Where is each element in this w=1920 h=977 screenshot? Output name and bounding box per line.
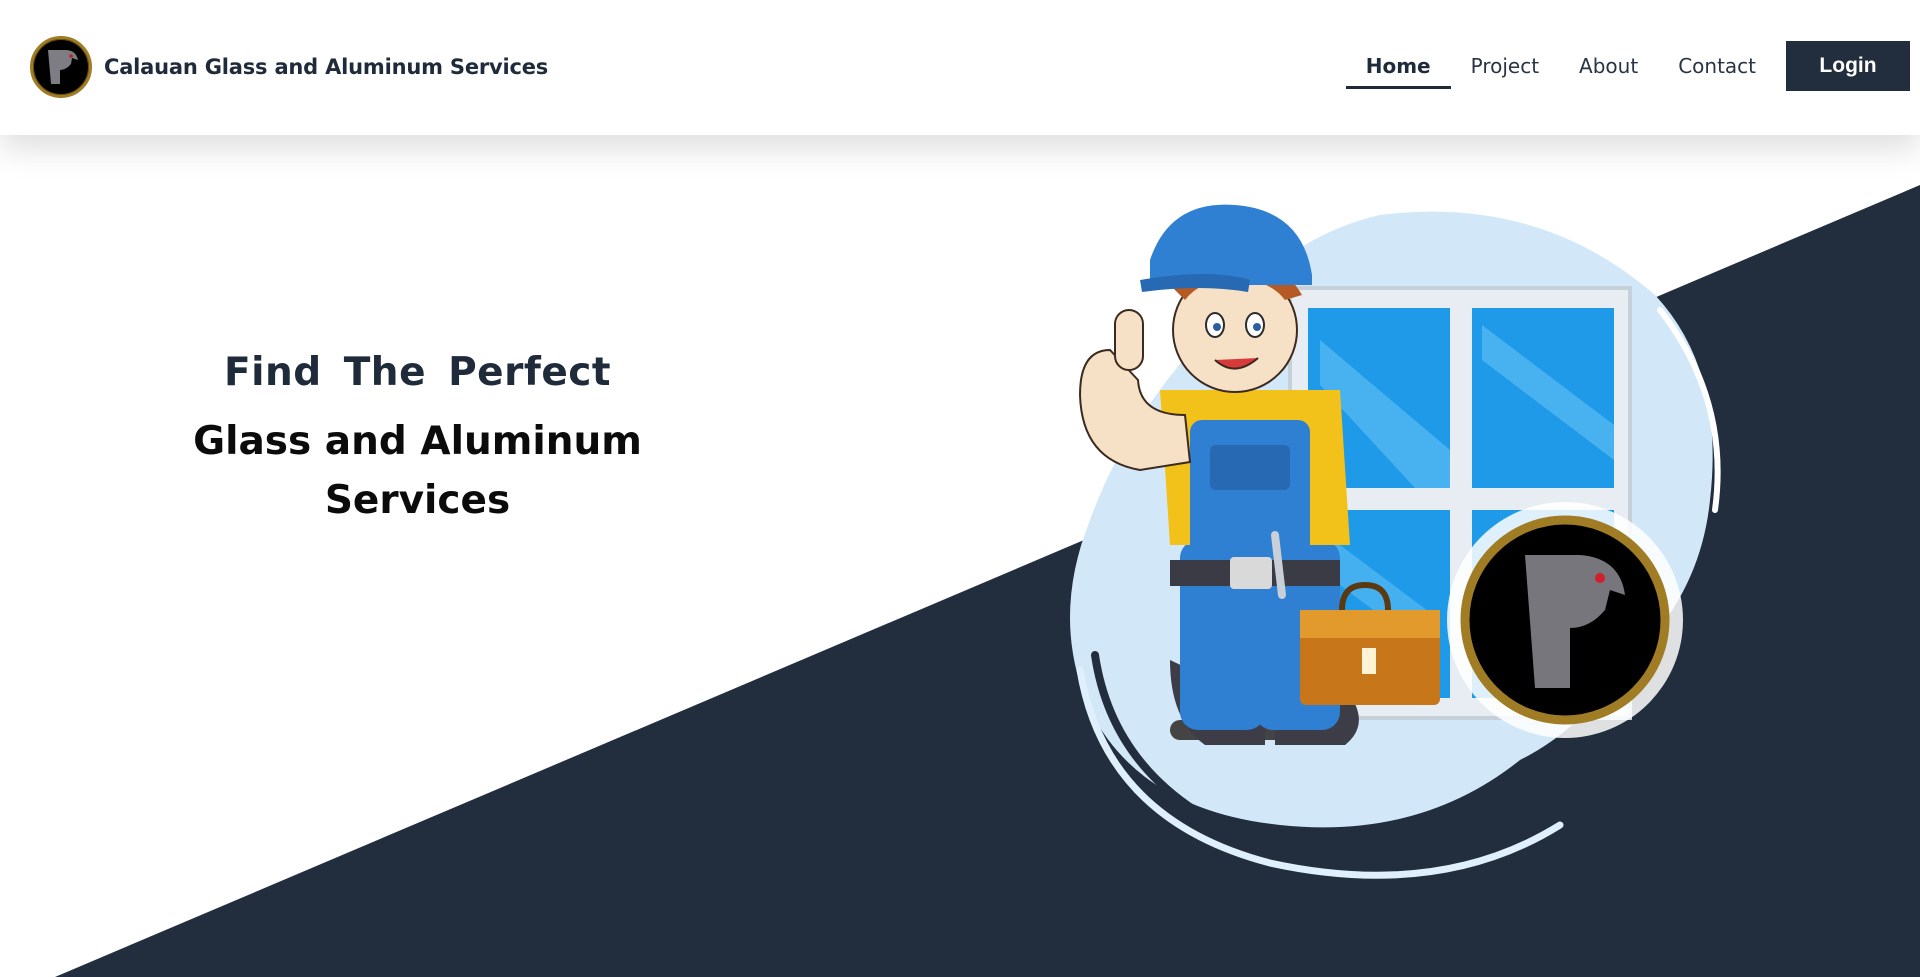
page: Calauan Glass and Aluminum Services Home… [0,0,1920,977]
site-header: Calauan Glass and Aluminum Services Home… [0,0,1920,135]
nav-project[interactable]: Project [1451,40,1559,92]
hero-heading: Find The Perfect Glass and Aluminum Serv… [160,350,675,530]
worker-with-window-illustration [1070,204,1721,879]
eagle-logo-icon[interactable] [30,36,92,98]
nav-contact[interactable]: Contact [1658,40,1776,92]
login-button[interactable]: Login [1786,41,1910,91]
brand[interactable]: Calauan Glass and Aluminum Services [30,36,548,98]
hero-line-2: Glass and Aluminum Services [193,419,642,523]
nav-about[interactable]: About [1559,40,1658,92]
brand-name[interactable]: Calauan Glass and Aluminum Services [104,55,548,79]
hero-line-1: Find The Perfect [223,350,612,395]
nav-home[interactable]: Home [1345,40,1451,92]
main-nav: Home Project About Contact Login [1345,40,1910,92]
